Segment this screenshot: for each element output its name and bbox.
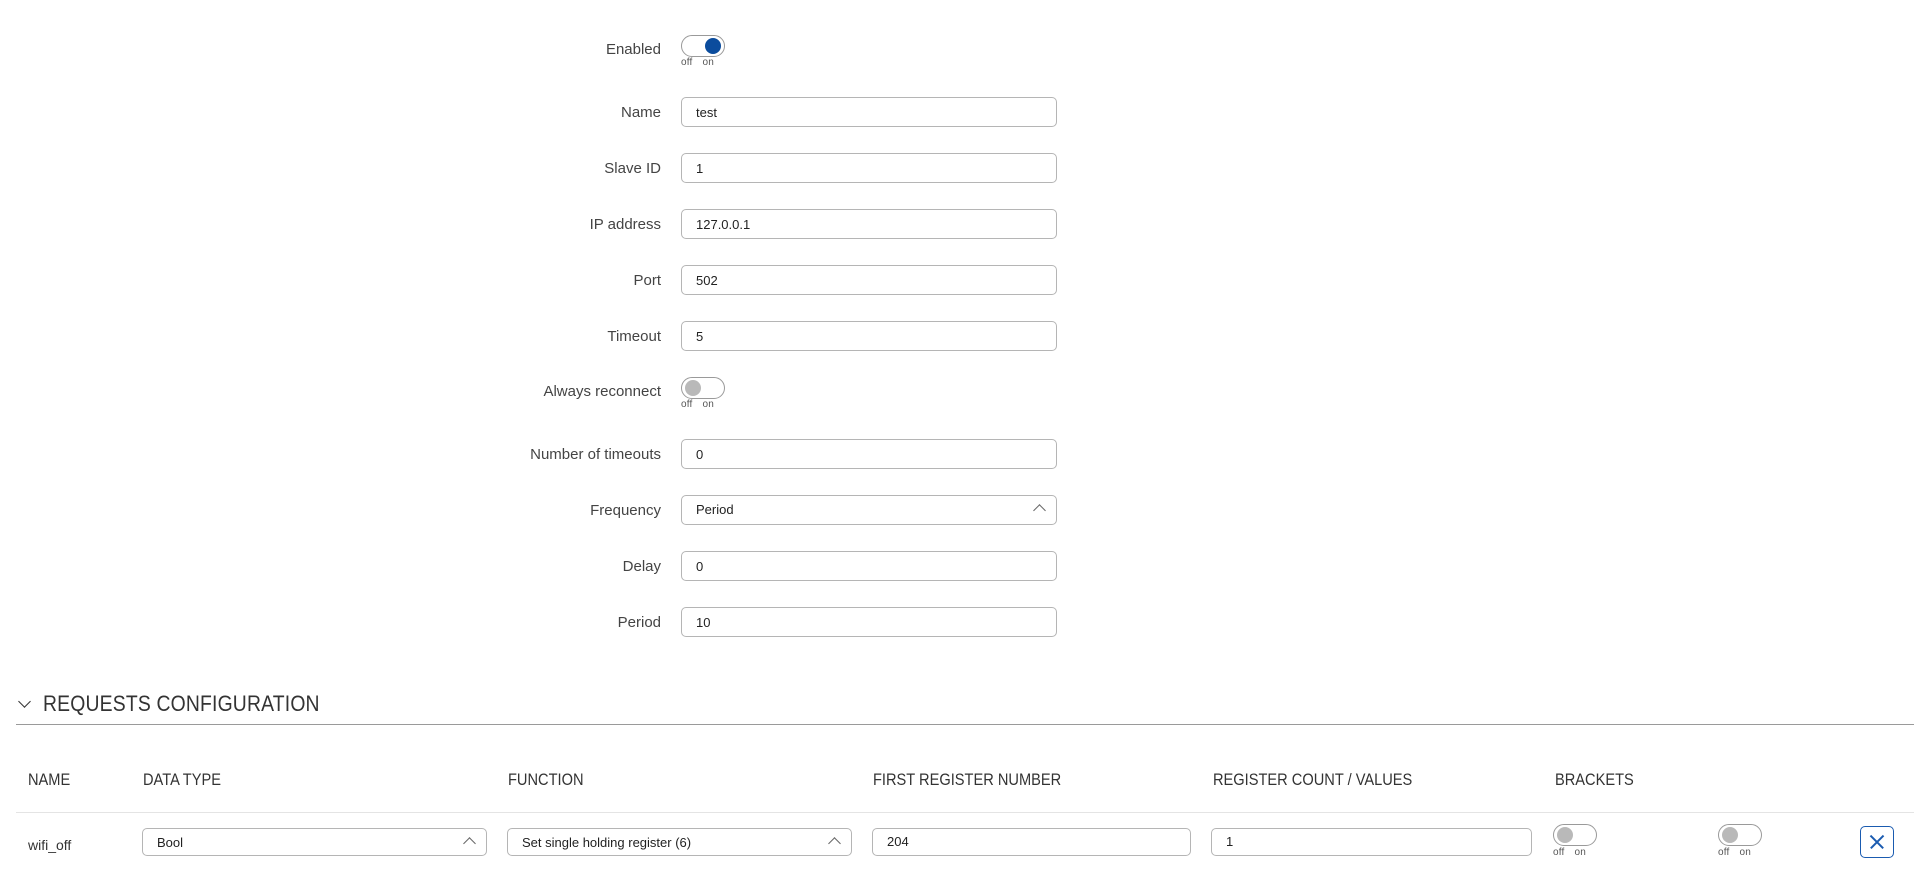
- chevron-up-icon: [828, 837, 841, 850]
- timeout-row: Timeout: [0, 321, 1924, 353]
- port-row: Port: [0, 265, 1924, 297]
- port-label: Port: [633, 272, 661, 289]
- first-register-number-input[interactable]: [872, 828, 1191, 856]
- slave-id-input[interactable]: [681, 153, 1057, 183]
- request-enabled-toggle-caption: off on: [1718, 847, 1761, 858]
- delay-row: Delay: [0, 551, 1924, 583]
- column-header-first-register-number: FIRST REGISTER NUMBER: [873, 770, 1062, 789]
- toggle-knob: [1722, 827, 1738, 843]
- toggle-knob: [685, 380, 701, 396]
- always-reconnect-toggle[interactable]: [681, 377, 725, 399]
- toggle-off-text: off: [1553, 847, 1565, 858]
- modbus-slave-config-page: Enabled offon Name Slave ID IP address P…: [0, 0, 1924, 892]
- toggle-knob: [705, 38, 721, 54]
- period-label: Period: [617, 614, 661, 631]
- period-input[interactable]: [681, 607, 1057, 637]
- chevron-down-icon: [18, 694, 31, 708]
- brackets-toggle[interactable]: [1553, 824, 1597, 846]
- frequency-selected-value: Period: [696, 502, 734, 517]
- toggle-off-text: off: [681, 57, 693, 68]
- frequency-row: Frequency Period: [0, 495, 1924, 527]
- toggle-on-text: on: [1739, 847, 1752, 858]
- name-label: Name: [620, 104, 661, 121]
- chevron-up-icon: [1033, 504, 1046, 517]
- timeout-label: Timeout: [607, 328, 661, 345]
- requests-configuration-header[interactable]: REQUESTS CONFIGURATION: [16, 689, 357, 719]
- function-selected-value: Set single holding register (6): [522, 835, 692, 850]
- always-reconnect-row: Always reconnect off on: [0, 376, 1924, 410]
- always-reconnect-toggle-caption: off on: [681, 399, 724, 410]
- column-header-function: FUNCTION: [508, 770, 584, 789]
- chevron-up-icon: [463, 837, 476, 850]
- always-reconnect-label: Always reconnect: [543, 383, 661, 400]
- name-row: Name: [0, 97, 1924, 129]
- number-of-timeouts-row: Number of timeouts: [0, 439, 1924, 471]
- enabled-toggle[interactable]: [681, 35, 725, 57]
- number-of-timeouts-label: Number of timeouts: [530, 446, 661, 463]
- enabled-label: Enabled: [605, 41, 661, 58]
- enabled-row: Enabled off on: [0, 34, 1924, 68]
- name-input[interactable]: [681, 97, 1057, 127]
- section-divider: [16, 724, 1914, 725]
- function-select[interactable]: Set single holding register (6): [507, 828, 852, 856]
- toggle-knob: [1557, 827, 1573, 843]
- table-header-divider: [16, 812, 1914, 813]
- frequency-select[interactable]: Period: [681, 495, 1057, 525]
- column-header-name: NAME: [28, 770, 71, 789]
- toggle-on-text: on: [702, 399, 715, 410]
- request-enabled-toggle[interactable]: [1718, 824, 1762, 846]
- column-header-data-type: DATA TYPE: [143, 770, 222, 789]
- register-count-input[interactable]: [1211, 828, 1532, 856]
- request-name: wifi_off: [28, 837, 72, 853]
- toggle-on-text: on: [1574, 847, 1587, 858]
- column-header-register-count: REGISTER COUNT / VALUES: [1213, 770, 1413, 789]
- delay-input[interactable]: [681, 551, 1057, 581]
- brackets-toggle-caption: off on: [1553, 847, 1596, 858]
- period-row: Period: [0, 607, 1924, 639]
- toggle-off-text: off: [1718, 847, 1730, 858]
- slave-id-row: Slave ID: [0, 153, 1924, 185]
- frequency-label: Frequency: [590, 502, 661, 519]
- ip-address-row: IP address: [0, 209, 1924, 241]
- section-title: REQUESTS CONFIGURATION: [43, 691, 320, 716]
- port-input[interactable]: [681, 265, 1057, 295]
- toggle-off-text: off: [681, 399, 693, 410]
- slave-id-label: Slave ID: [604, 160, 661, 177]
- number-of-timeouts-input[interactable]: [681, 439, 1057, 469]
- ip-address-input[interactable]: [681, 209, 1057, 239]
- data-type-selected-value: Bool: [157, 835, 184, 850]
- data-type-select[interactable]: Bool: [142, 828, 487, 856]
- delete-request-button[interactable]: [1860, 826, 1894, 858]
- delay-label: Delay: [622, 558, 661, 575]
- toggle-on-text: on: [702, 57, 715, 68]
- column-header-brackets: BRACKETS: [1555, 770, 1634, 789]
- enabled-toggle-caption: off on: [681, 57, 724, 68]
- ip-address-label: IP address: [589, 216, 661, 233]
- timeout-input[interactable]: [681, 321, 1057, 351]
